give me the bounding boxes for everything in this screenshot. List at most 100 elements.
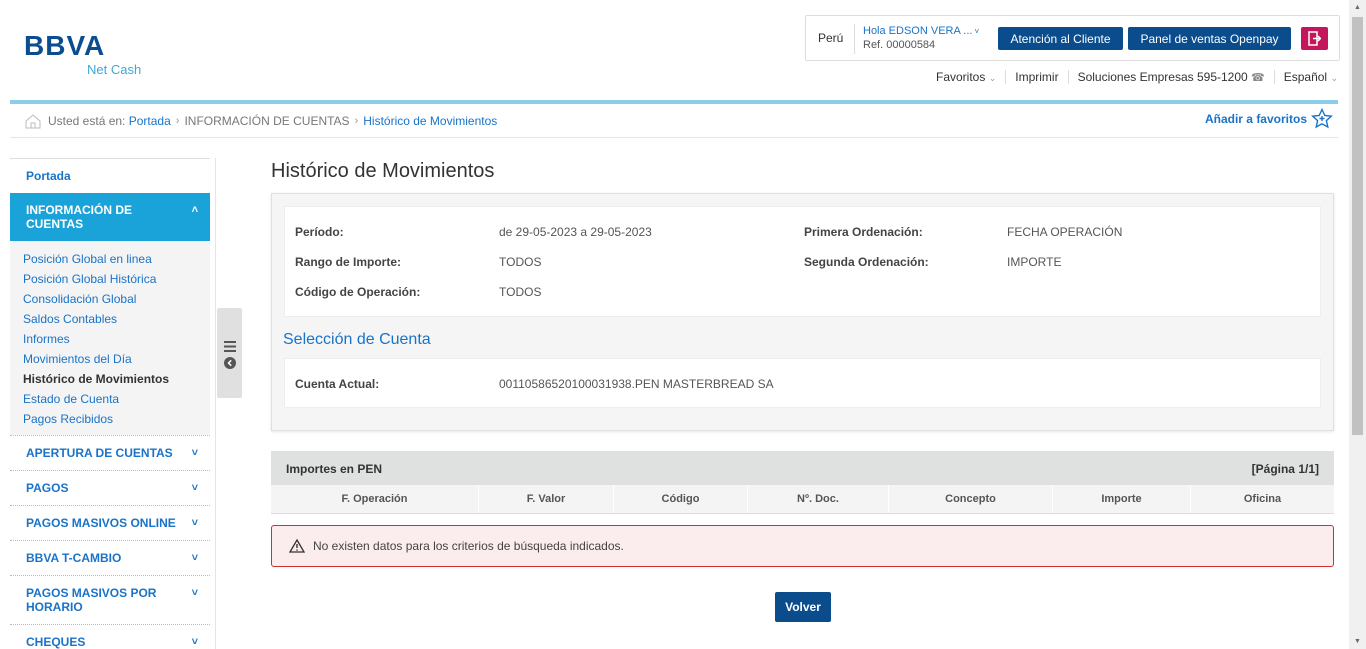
user-greeting-dropdown[interactable]: Hola EDSON VERA ... ˅ (863, 25, 979, 37)
user-reference: Ref. 00000584 (863, 39, 936, 51)
breadcrumb-portada[interactable]: Portada (129, 114, 171, 128)
cuenta-actual-value: 00110586520100031938.PEN MASTERBREAD SA (499, 377, 774, 391)
primera-ordenacion-value: FECHA OPERACIÓN (1007, 225, 1123, 239)
sidebar-section-pagos-masivos-online[interactable]: PAGOS MASIVOS ONLINE ˅ (10, 505, 210, 540)
sidebar-subitem[interactable]: Estado de Cuenta (23, 389, 210, 409)
favoritos-label: Favoritos (936, 70, 986, 84)
chevron-down-icon: ⌄ (988, 73, 997, 83)
cuenta-actual-label: Cuenta Actual: (295, 377, 380, 391)
empty-results-alert: No existen datos para los criterios de b… (271, 525, 1334, 567)
periodo-value: de 29-05-2023 a 29-05-2023 (499, 225, 652, 239)
chevron-down-icon: ˅ (974, 27, 980, 36)
chevron-down-icon: ⌄ (1330, 73, 1338, 83)
logout-button[interactable] (1301, 27, 1328, 50)
column-header[interactable]: Oficina (1191, 485, 1334, 513)
sidebar-subitem[interactable]: Movimientos del Día (23, 349, 210, 369)
sidebar-toggle[interactable] (217, 308, 242, 398)
openpay-panel-button[interactable]: Panel de ventas Openpay (1128, 27, 1291, 50)
sidebar-section-t-cambio[interactable]: BBVA T-CAMBIO ˅ (10, 540, 210, 575)
breadcrumb: Usted está en: Portada › INFORMACIÓN DE … (10, 105, 1338, 138)
sidebar-section-pagos[interactable]: PAGOS ˅ (10, 470, 210, 505)
sidebar-section-informacion-cuentas[interactable]: INFORMACIÓN DE CUENTAS ˄ (10, 193, 210, 241)
sidebar-subitem[interactable]: Posición Global Histórica (23, 269, 210, 289)
column-header[interactable]: Código (614, 485, 748, 513)
country-label: Perú (818, 31, 844, 45)
periodo-label: Período: (295, 225, 344, 239)
sidebar-submenu: Posición Global en linea Posición Global… (10, 241, 210, 435)
add-favorites-label: Añadir a favoritos (1204, 112, 1307, 126)
top-links: Favoritos ⌄ Imprimir Soluciones Empresas… (936, 70, 1338, 84)
back-button[interactable]: Volver (775, 592, 831, 622)
breadcrumb-historico[interactable]: Histórico de Movimientos (363, 114, 497, 128)
collapse-left-icon (224, 357, 236, 369)
sidebar-section-label: PAGOS MASIVOS POR HORARIO (26, 586, 157, 614)
rango-value: TODOS (499, 255, 542, 269)
menu-icon (224, 341, 236, 352)
header-divider (10, 100, 1338, 104)
table-column-headers: F. Operación F. Valor Código Nº. Doc. Co… (271, 485, 1334, 514)
sidebar-subitem-current[interactable]: Histórico de Movimientos (23, 369, 210, 389)
sidebar-section-label: CHEQUES (26, 635, 86, 649)
breadcrumb-info-cuentas: INFORMACIÓN DE CUENTAS (184, 114, 350, 128)
imprimir-link[interactable]: Imprimir (1015, 70, 1058, 84)
add-favorites-link[interactable]: Añadir a favoritos (1205, 108, 1333, 130)
breadcrumb-prefix: Usted está en: (48, 114, 126, 128)
scroll-down-arrow-icon[interactable]: ▼ (1354, 638, 1361, 645)
sidebar-section-label: INFORMACIÓN DE CUENTAS (26, 203, 132, 231)
account-box: Cuenta Actual: 00110586520100031938.PEN … (284, 358, 1321, 408)
scroll-up-arrow-icon[interactable]: ▲ (1354, 4, 1361, 11)
sidebar-subitem[interactable]: Consolidación Global (23, 289, 210, 309)
account-section-title: Selección de Cuenta (283, 331, 431, 348)
scrollbar-thumb[interactable] (1352, 17, 1363, 435)
star-plus-icon (1311, 108, 1333, 129)
language-selector[interactable]: Español ⌄ (1284, 70, 1338, 84)
segunda-ordenacion-value: IMPORTE (1007, 255, 1062, 269)
codigo-value: TODOS (499, 285, 542, 299)
customer-service-button[interactable]: Atención al Cliente (998, 27, 1123, 50)
home-icon (25, 114, 41, 129)
column-header[interactable]: Concepto (889, 485, 1053, 513)
soluciones-link[interactable]: Soluciones Empresas 595-1200 ☎ (1078, 70, 1265, 84)
sidebar-subitem[interactable]: Informes (23, 329, 210, 349)
warning-icon (289, 539, 305, 553)
sidebar-section-pagos-horario[interactable]: PAGOS MASIVOS POR HORARIO ˅ (10, 575, 210, 624)
segunda-ordenacion-label: Segunda Ordenación: (804, 255, 929, 269)
criteria-box: Período: de 29-05-2023 a 29-05-2023 Rang… (284, 206, 1321, 317)
logo-sub-text: Net Cash (87, 62, 142, 77)
page-scrollbar[interactable]: ▲ ▼ (1349, 0, 1366, 649)
chevron-down-icon: ˅ (191, 636, 198, 648)
column-header[interactable]: Nº. Doc. (748, 485, 889, 513)
chevron-down-icon: ˅ (191, 482, 198, 494)
table-title: Importes en PEN (286, 462, 383, 476)
bbva-logo[interactable]: BBVA Net Cash (24, 30, 141, 78)
soluciones-label: Soluciones Empresas 595-1200 (1077, 70, 1248, 84)
user-greeting: Hola EDSON VERA ... (863, 25, 973, 37)
chevron-down-icon: ˅ (191, 552, 198, 564)
user-box: Perú Hola EDSON VERA ... ˅ Ref. 00000584 … (805, 15, 1340, 61)
sidebar-subitem[interactable]: Posición Global en linea (23, 249, 210, 269)
page-title: Histórico de Movimientos (271, 160, 495, 182)
chevron-down-icon: ˅ (191, 517, 198, 529)
sidebar-section-cheques[interactable]: CHEQUES ˅ (10, 624, 210, 649)
rango-label: Rango de Importe: (295, 255, 402, 269)
chevron-down-icon: ˅ (191, 447, 198, 459)
sidebar-section-label: PAGOS MASIVOS ONLINE (26, 516, 176, 530)
primera-ordenacion-label: Primera Ordenación: (804, 225, 923, 239)
sidebar-section-label: BBVA T-CAMBIO (26, 551, 122, 565)
sidebar-item-portada[interactable]: Portada (10, 158, 210, 193)
column-header[interactable]: F. Valor (479, 485, 614, 513)
language-label: Español (1283, 70, 1328, 84)
chevron-right-icon: › (354, 115, 359, 127)
table-pagination: [Página 1/1] (1251, 462, 1319, 476)
sidebar-subitem[interactable]: Pagos Recibidos (23, 409, 210, 429)
sidebar: Portada INFORMACIÓN DE CUENTAS ˄ Posició… (10, 158, 210, 649)
favoritos-menu[interactable]: Favoritos ⌄ (936, 70, 996, 84)
sidebar-section-label: APERTURA DE CUENTAS (26, 446, 173, 460)
sidebar-subitem[interactable]: Saldos Contables (23, 309, 210, 329)
column-header[interactable]: F. Operación (271, 485, 479, 513)
chevron-right-icon: › (175, 115, 180, 127)
sidebar-section-apertura[interactable]: APERTURA DE CUENTAS ˅ (10, 435, 210, 470)
sidebar-divider (215, 158, 216, 649)
column-header[interactable]: Importe (1053, 485, 1191, 513)
logo-main-text: BBVA (24, 30, 106, 61)
